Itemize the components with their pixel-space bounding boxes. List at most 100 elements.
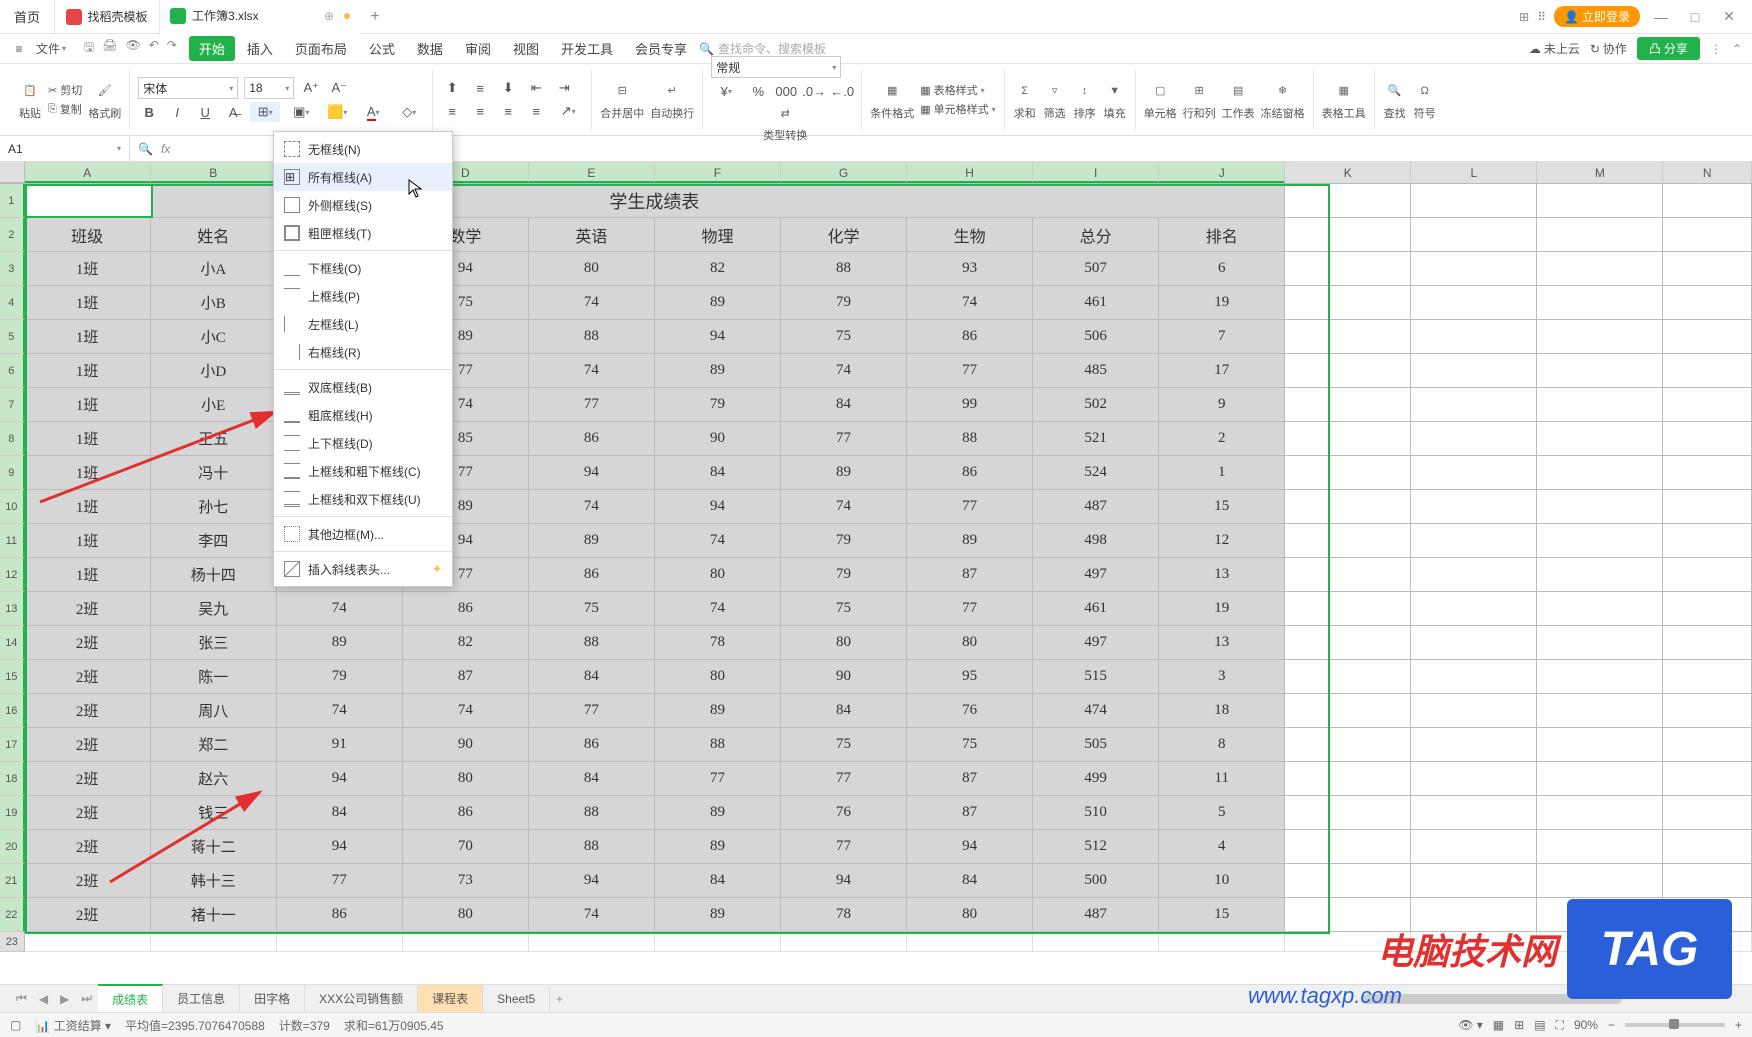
cell-21-A[interactable]: 2班 (25, 864, 151, 898)
orientation-button[interactable]: ↗▾ (553, 101, 583, 121)
cell-4-B[interactable]: 小B (151, 286, 277, 320)
cell-8-N[interactable] (1663, 422, 1752, 456)
cell-2-A[interactable]: 班级 (25, 218, 151, 252)
zoom-value[interactable]: 90% (1574, 1018, 1598, 1032)
cell-6-H[interactable]: 77 (907, 354, 1033, 388)
cell-3-M[interactable] (1537, 252, 1663, 286)
menu-layout[interactable]: 页面布局 (285, 39, 357, 58)
cut-button[interactable]: ✂ 剪切 (48, 82, 82, 98)
cell-21-I[interactable]: 500 (1033, 864, 1159, 898)
border-all-item[interactable]: ⊞所有框线(A) (274, 163, 452, 191)
cell-10-K[interactable] (1285, 490, 1411, 524)
border-top-bottom-item[interactable]: 上下框线(D) (274, 429, 452, 457)
sheet-tab-5[interactable]: Sheet5 (483, 987, 550, 1011)
cell-18-K[interactable] (1285, 762, 1411, 796)
cell-9-F[interactable]: 84 (655, 456, 781, 490)
cell-8-B[interactable]: 王五 (151, 422, 277, 456)
decimal-decrease-button[interactable]: ←.0 (831, 81, 853, 101)
cell-10-G[interactable]: 74 (781, 490, 907, 524)
cell-19-M[interactable] (1537, 796, 1663, 830)
cell-17-C[interactable]: 91 (277, 728, 403, 762)
cell-4-E[interactable]: 74 (529, 286, 655, 320)
cell-18-L[interactable] (1411, 762, 1537, 796)
cell-13-N[interactable] (1663, 592, 1752, 626)
cell-15-A[interactable]: 2班 (25, 660, 151, 694)
align-bottom-button[interactable]: ⬇ (497, 78, 519, 98)
cell-18-D[interactable]: 80 (403, 762, 529, 796)
cell-14-J[interactable]: 13 (1159, 626, 1285, 660)
cell-17-H[interactable]: 75 (907, 728, 1033, 762)
cell-2-G[interactable]: 化学 (781, 218, 907, 252)
font-color-button[interactable]: A▾ (358, 102, 388, 122)
cell-11-L[interactable] (1411, 524, 1537, 558)
highlight-button[interactable]: 🟨▾ (322, 102, 352, 122)
cell-4-G[interactable]: 79 (781, 286, 907, 320)
cell-3-B[interactable]: 小A (151, 252, 277, 286)
cell-16-G[interactable]: 84 (781, 694, 907, 728)
cell-23-D[interactable] (403, 932, 529, 952)
cell-21-N[interactable] (1663, 864, 1752, 898)
window-layout-icon[interactable]: ⊞ (1519, 10, 1529, 24)
cell-15-B[interactable]: 陈一 (151, 660, 277, 694)
copy-button[interactable]: ⎘ 复制 (48, 101, 82, 117)
freeze-button[interactable]: ❄冻结窗格 (1261, 79, 1305, 121)
cell-10-L[interactable] (1411, 490, 1537, 524)
search-box[interactable]: 🔍 查找命令、搜索模板 (699, 40, 826, 57)
cell-4-I[interactable]: 461 (1033, 286, 1159, 320)
cell-11-H[interactable]: 89 (907, 524, 1033, 558)
font-decrease-button[interactable]: A⁻ (328, 78, 350, 98)
cell-7-N[interactable] (1663, 388, 1752, 422)
row-header-12[interactable]: 12 (0, 558, 25, 592)
cell-20-F[interactable]: 89 (655, 830, 781, 864)
bold-button[interactable]: B (138, 102, 160, 122)
cell-16-A[interactable]: 2班 (25, 694, 151, 728)
cell-16-J[interactable]: 18 (1159, 694, 1285, 728)
border-bottom-item[interactable]: 下框线(O) (274, 254, 452, 282)
cell-21-H[interactable]: 84 (907, 864, 1033, 898)
cell-3-E[interactable]: 80 (529, 252, 655, 286)
cell-3-N[interactable] (1663, 252, 1752, 286)
row-header-23[interactable]: 23 (0, 932, 25, 952)
name-box[interactable]: A1▾ (0, 136, 130, 162)
symbol-button[interactable]: Ω符号 (1413, 79, 1437, 121)
cell-17-E[interactable]: 86 (529, 728, 655, 762)
number-format-select[interactable]: 常规▾ (711, 56, 841, 78)
cell-1-M[interactable] (1537, 184, 1663, 218)
row-header-21[interactable]: 21 (0, 864, 25, 898)
view-page-icon[interactable]: ▤ (1534, 1018, 1545, 1032)
cell-3-J[interactable]: 6 (1159, 252, 1285, 286)
cell-4-K[interactable] (1285, 286, 1411, 320)
zoom-slider[interactable] (1625, 1023, 1725, 1027)
cell-20-B[interactable]: 蒋十二 (151, 830, 277, 864)
cell-15-N[interactable] (1663, 660, 1752, 694)
cell-13-H[interactable]: 77 (907, 592, 1033, 626)
select-all-corner[interactable] (0, 162, 25, 183)
cell-10-B[interactable]: 孙七 (151, 490, 277, 524)
cell-21-E[interactable]: 94 (529, 864, 655, 898)
cell-16-N[interactable] (1663, 694, 1752, 728)
menu-insert[interactable]: 插入 (237, 39, 283, 58)
sheet-tab-3[interactable]: XXX公司销售额 (305, 985, 418, 1012)
cell-8-G[interactable]: 77 (781, 422, 907, 456)
row-header-11[interactable]: 11 (0, 524, 25, 558)
cell-14-K[interactable] (1285, 626, 1411, 660)
cell-5-E[interactable]: 88 (529, 320, 655, 354)
cell-22-I[interactable]: 487 (1033, 898, 1159, 932)
cell-18-N[interactable] (1663, 762, 1752, 796)
cell-14-A[interactable]: 2班 (25, 626, 151, 660)
cell-15-L[interactable] (1411, 660, 1537, 694)
border-diagonal-header-item[interactable]: 插入斜线表头...✦ (274, 555, 452, 583)
align-middle-button[interactable]: ≡ (469, 78, 491, 98)
cell-6-L[interactable] (1411, 354, 1537, 388)
cell-19-D[interactable]: 86 (403, 796, 529, 830)
cell-4-H[interactable]: 74 (907, 286, 1033, 320)
cell-18-E[interactable]: 84 (529, 762, 655, 796)
sheet-nav-first[interactable]: ⏮ (10, 991, 33, 1006)
cell-3-G[interactable]: 88 (781, 252, 907, 286)
menu-more-icon[interactable]: ⋮ (1710, 42, 1722, 56)
cell-17-F[interactable]: 88 (655, 728, 781, 762)
cell-11-F[interactable]: 74 (655, 524, 781, 558)
cell-6-G[interactable]: 74 (781, 354, 907, 388)
cell-17-K[interactable] (1285, 728, 1411, 762)
sheet-nav-last[interactable]: ⏭ (75, 991, 98, 1006)
